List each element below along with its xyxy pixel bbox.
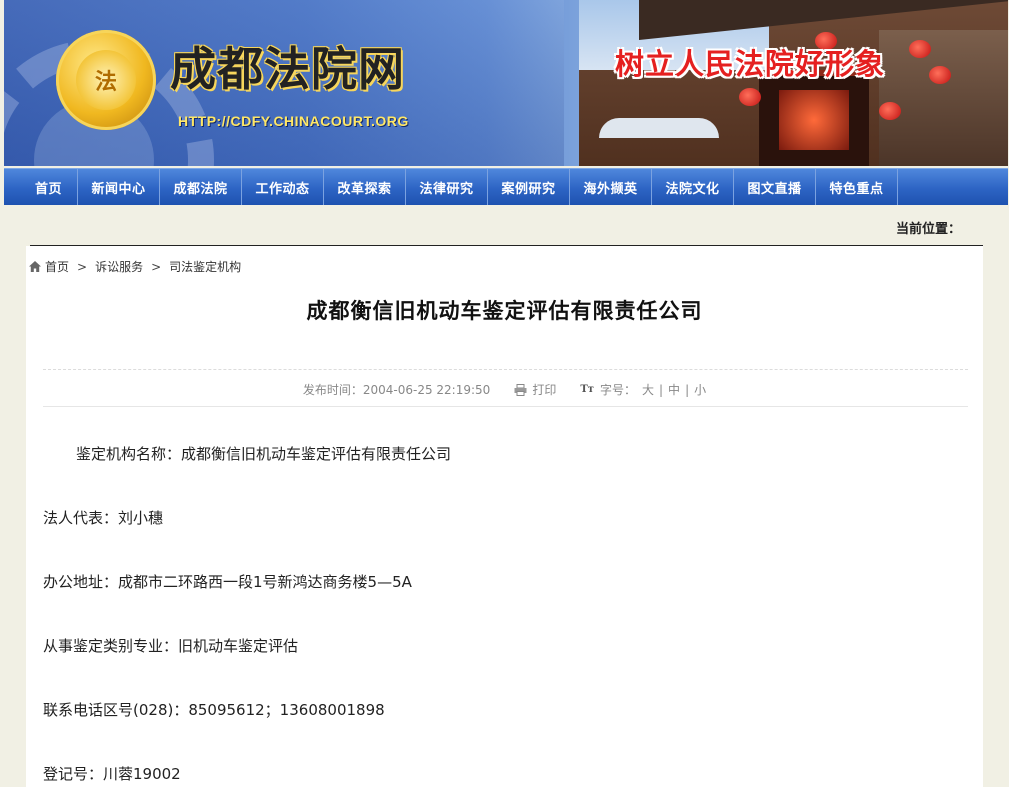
article-meta: 发布时间：2004-06-25 22:19:50 打印 Tт 字号： 大 | 中… [302,381,707,398]
nav-overseas[interactable]: 海外撷英 [570,169,652,205]
article-content: 首页 > 诉讼服务 > 司法鉴定机构 成都衡信旧机动车鉴定评估有限责任公司 发布… [26,246,983,787]
banner-slogan: 树立人民法院好形象 [615,47,886,81]
current-location-label: 当前位置： [895,222,961,237]
font-size-small[interactable]: 小 [694,381,706,398]
location-bar: 当前位置： [30,205,983,247]
nav-work-updates[interactable]: 工作动态 [242,169,324,205]
appraisal-category: 从事鉴定类别专业：旧机动车鉴定评估 [43,637,299,655]
site-url: HTTP://CDFY.CHINACOURT.ORG [178,113,409,129]
legal-representative: 法人代表：刘小穗 [43,509,164,527]
nav-live-broadcast[interactable]: 图文直播 [734,169,816,205]
font-size-label: 字号： [599,383,636,397]
emblem-center: 法 [76,50,136,110]
nav-news-center[interactable]: 新闻中心 [78,169,160,205]
nav-featured[interactable]: 特色重点 [816,169,898,205]
site-name[interactable]: 成都法院网 [170,46,405,92]
registration-number: 登记号：川蓉19002 [43,765,181,783]
contact-phone: 联系电话区号(028)：85095612；13608001898 [43,701,385,719]
chevron-right-icon: > [77,259,88,274]
nav-home[interactable]: 首页 [4,169,78,205]
nav-court-culture[interactable]: 法院文化 [652,169,734,205]
home-icon [29,261,41,272]
office-address: 办公地址：成都市二环路西一段1号新鸿达商务楼5—5A [43,573,412,591]
font-size-medium[interactable]: 中 [668,381,680,398]
breadcrumb-forensic-institutions[interactable]: 司法鉴定机构 [169,258,241,275]
chevron-right-icon: > [151,259,162,274]
institution-name: 鉴定机构名称：成都衡信旧机动车鉴定评估有限责任公司 [76,445,452,463]
nav-chengdu-courts[interactable]: 成都法院 [160,169,242,205]
printer-icon[interactable] [514,383,527,396]
banner-photo [579,0,1008,166]
site-banner: 法 成都法院网 HTTP://CDFY.CHINACOURT.ORG [4,0,1008,166]
breadcrumb-litigation-services[interactable]: 诉讼服务 [95,258,143,275]
nav-reform[interactable]: 改革探索 [324,169,406,205]
meta-divider-top [43,369,968,370]
nav-legal-research[interactable]: 法律研究 [406,169,488,205]
breadcrumb: 首页 > 诉讼服务 > 司法鉴定机构 [28,258,241,275]
nav-case-studies[interactable]: 案例研究 [488,169,570,205]
meta-divider-bottom [43,406,968,407]
font-size-large[interactable]: 大 [642,381,654,398]
court-emblem-logo[interactable]: 法 [56,30,156,130]
breadcrumb-home[interactable]: 首页 [45,258,69,275]
main-nav: 首页 新闻中心 成都法院 工作动态 改革探索 法律研究 案例研究 海外撷英 法院… [4,168,1008,205]
publish-time: 发布时间：2004-06-25 22:19:50 [302,383,491,397]
print-link[interactable]: 打印 [532,381,556,398]
article-title: 成都衡信旧机动车鉴定评估有限责任公司 [306,299,703,323]
font-size-icon: Tт [580,384,594,395]
